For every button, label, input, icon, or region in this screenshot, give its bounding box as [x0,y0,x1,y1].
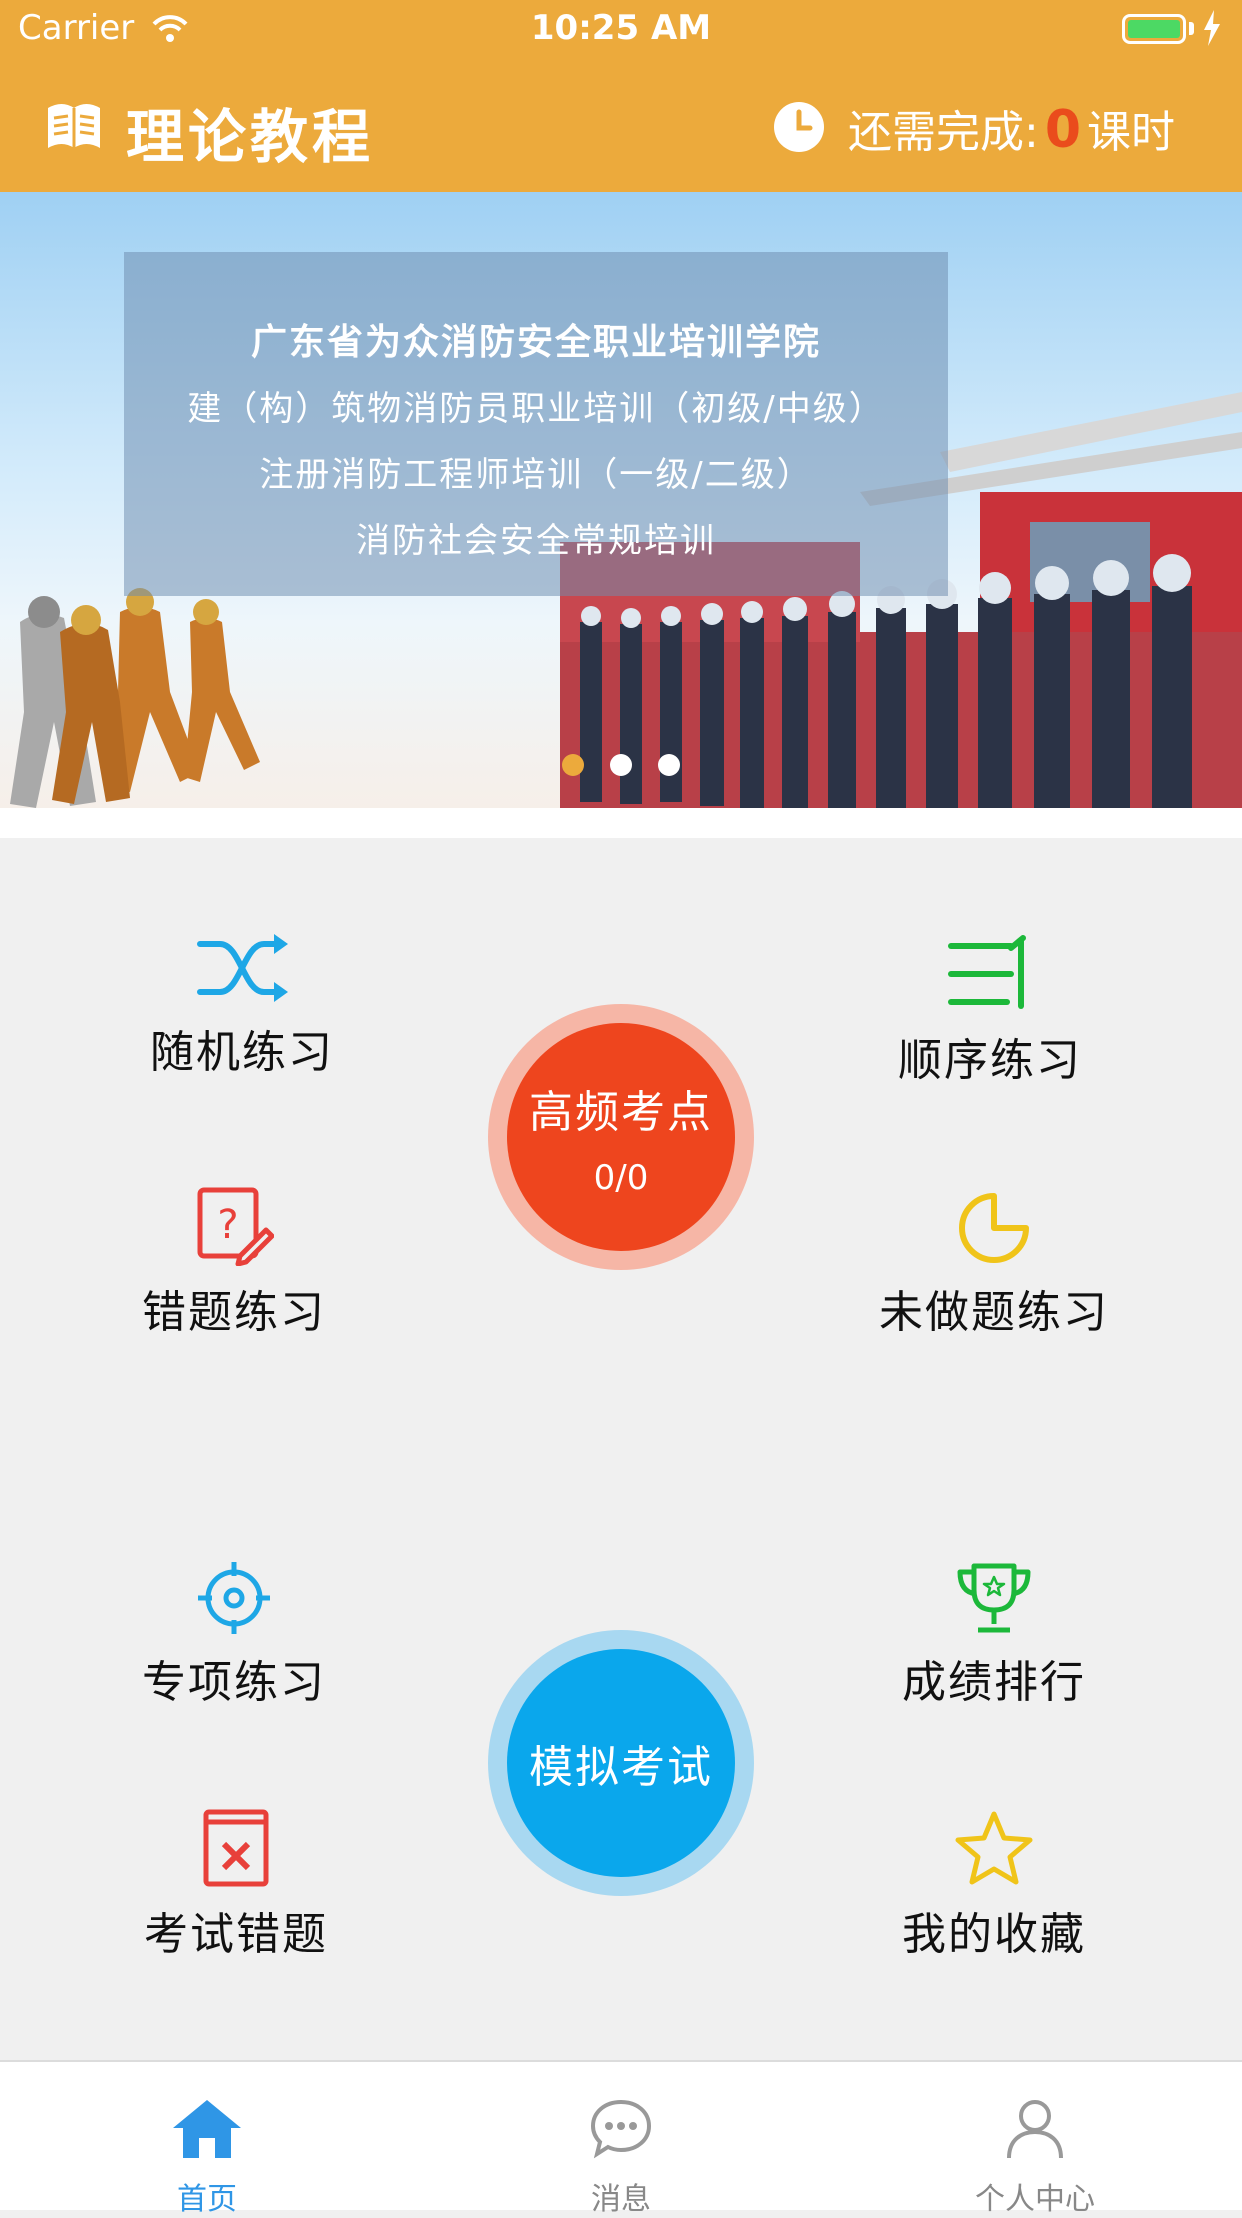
star-icon [955,1811,1033,1885]
ranking-button[interactable]: 成绩排行 [814,1560,1174,1710]
banner-line: 建（构）筑物消防员职业培训（初级/中级） [187,389,885,429]
mock-exam-button[interactable]: 模拟考试 [488,1630,754,1896]
wrong-practice-label: 错题练习 [142,1287,326,1338]
exam-wrong-label: 考试错题 [144,1909,328,1960]
banner-line: 广东省为众消防安全职业培训学院 [250,322,821,363]
ranking-label: 成绩排行 [902,1657,1086,1708]
ordered-list-icon [948,935,1026,1009]
special-practice-button[interactable]: 专项练习 [54,1560,414,1710]
high-frequency-inner: 高频考点 0/0 [507,1023,735,1251]
wrong-practice-button[interactable]: ? 错题练习 [54,1186,414,1340]
mock-exam-inner: 模拟考试 [507,1649,735,1877]
sequential-practice-button[interactable]: 顺序练习 [810,934,1170,1088]
target-icon [198,1562,270,1634]
clock-icon [774,102,824,152]
remaining-count: 0 [1044,100,1082,160]
question-edit-icon: ? [197,1187,275,1267]
random-practice-button[interactable]: 随机练习 [62,930,422,1080]
pie-icon [959,1193,1029,1263]
tab-home-label: 首页 [177,2182,237,2217]
home-icon [173,2100,241,2158]
banner-line: 消防社会安全常规培训 [356,521,716,561]
carousel-dot-3[interactable] [658,754,680,776]
user-icon [1007,2100,1063,2159]
remaining-unit: 课时 [1087,107,1176,158]
clock-time: 10:25 AM [530,8,712,48]
tab-profile-label: 个人中心 [975,2182,1095,2217]
remaining-hours: 还需完成: 0 课时 [848,96,1175,160]
page-title: 理论教程 [126,103,375,171]
mock-exam-label: 模拟考试 [529,1742,713,1793]
favorites-button[interactable]: 我的收藏 [814,1808,1174,1962]
book-x-icon [203,1809,269,1887]
tab-messages-label: 消息 [591,2182,651,2217]
status-bar: Carrier 10:25 AM [0,0,1242,62]
message-icon [590,2099,652,2159]
high-frequency-count: 0/0 [593,1158,649,1198]
section-divider [0,808,1242,838]
banner-line: 注册消防工程师培训（一级/二级） [259,455,813,495]
sequential-practice-label: 顺序练习 [898,1035,1082,1086]
tab-bar: 首页 消息 个人中心 [0,2060,1242,2217]
undone-practice-label: 未做题练习 [879,1287,1109,1338]
tab-home[interactable]: 首页 [0,2062,414,2218]
high-frequency-button[interactable]: 高频考点 0/0 [488,1004,754,1270]
remaining-label: 还需完成: [848,107,1039,158]
shuffle-icon [197,934,288,1002]
exam-wrong-button[interactable]: 考试错题 [56,1808,416,1962]
battery-icon [1122,14,1186,44]
favorites-label: 我的收藏 [902,1909,1086,1960]
random-practice-label: 随机练习 [150,1027,334,1078]
book-icon [48,104,100,148]
special-practice-label: 专项练习 [142,1657,326,1708]
trophy-icon [957,1563,1031,1633]
high-frequency-label: 高频考点 [529,1087,713,1138]
firefighters-image [10,588,260,808]
carousel-dot-1[interactable] [562,754,584,776]
banner-text-box: 广东省为众消防安全职业培训学院 建（构）筑物消防员职业培训（初级/中级） 注册消… [124,252,948,596]
charging-bolt-icon [1204,10,1220,46]
svg-text:?: ? [217,1202,238,1248]
carousel-dot-2[interactable] [610,754,632,776]
app-header: 理论教程 还需完成: 0 课时 [0,62,1242,192]
battery-tip [1189,22,1194,35]
carousel-pagination [562,754,706,780]
tab-profile[interactable]: 个人中心 [828,2062,1242,2218]
banner-carousel[interactable]: 广东省为众消防安全职业培训学院 建（构）筑物消防员职业培训（初级/中级） 注册消… [0,192,1242,808]
tab-messages[interactable]: 消息 [414,2062,828,2218]
undone-practice-button[interactable]: 未做题练习 [814,1190,1174,1340]
